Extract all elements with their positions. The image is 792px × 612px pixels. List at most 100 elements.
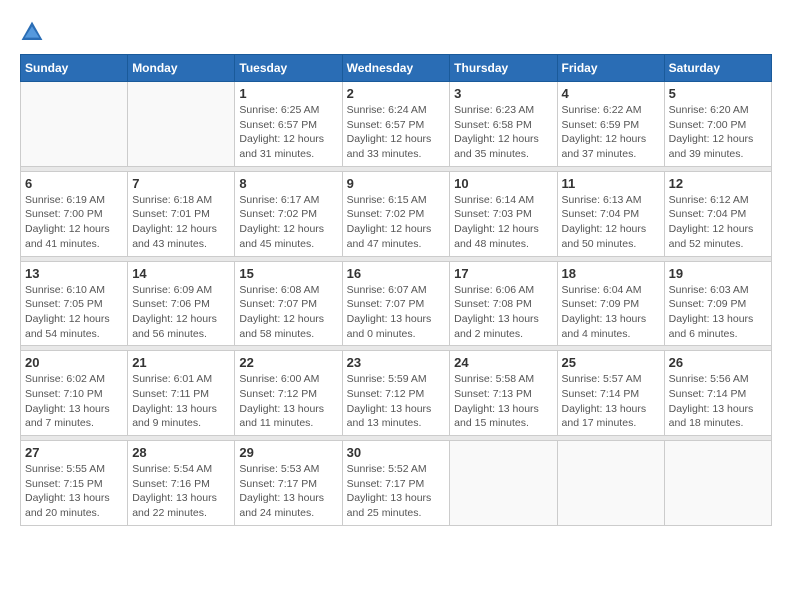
day-info: Sunrise: 6:02 AM Sunset: 7:10 PM Dayligh… [25,372,123,431]
calendar-cell: 21 Sunrise: 6:01 AM Sunset: 7:11 PM Dayli… [128,351,235,436]
day-info: Sunrise: 6:09 AM Sunset: 7:06 PM Dayligh… [132,283,230,342]
day-number: 21 [132,355,230,370]
calendar-cell: 28 Sunrise: 5:54 AM Sunset: 7:16 PM Dayli… [128,441,235,526]
calendar-cell: 4 Sunrise: 6:22 AM Sunset: 6:59 PM Daylig… [557,82,664,167]
day-info: Sunrise: 6:07 AM Sunset: 7:07 PM Dayligh… [347,283,446,342]
calendar-cell: 8 Sunrise: 6:17 AM Sunset: 7:02 PM Daylig… [235,171,342,256]
calendar-cell: 24 Sunrise: 5:58 AM Sunset: 7:13 PM Dayli… [450,351,557,436]
day-number: 8 [239,176,337,191]
day-info: Sunrise: 6:17 AM Sunset: 7:02 PM Dayligh… [239,193,337,252]
calendar-cell: 18 Sunrise: 6:04 AM Sunset: 7:09 PM Dayli… [557,261,664,346]
day-number: 16 [347,266,446,281]
day-number: 15 [239,266,337,281]
calendar-cell: 25 Sunrise: 5:57 AM Sunset: 7:14 PM Dayli… [557,351,664,436]
calendar-cell: 23Sunrise: 5:59 AM Sunset: 7:12 PM Dayli… [342,351,450,436]
day-number: 5 [669,86,767,101]
day-number: 6 [25,176,123,191]
day-info: Sunrise: 5:53 AM Sunset: 7:17 PM Dayligh… [239,462,337,521]
day-number: 1 [239,86,337,101]
day-number: 18 [562,266,660,281]
day-number: 10 [454,176,552,191]
day-info: Sunrise: 6:18 AM Sunset: 7:01 PM Dayligh… [132,193,230,252]
day-info: Sunrise: 5:54 AM Sunset: 7:16 PM Dayligh… [132,462,230,521]
day-info: Sunrise: 6:19 AM Sunset: 7:00 PM Dayligh… [25,193,123,252]
day-info: Sunrise: 6:23 AM Sunset: 6:58 PM Dayligh… [454,103,552,162]
calendar-cell [450,441,557,526]
day-info: Sunrise: 6:24 AM Sunset: 6:57 PM Dayligh… [347,103,446,162]
day-number: 17 [454,266,552,281]
calendar-cell: 2 Sunrise: 6:24 AM Sunset: 6:57 PM Daylig… [342,82,450,167]
day-info: Sunrise: 5:57 AM Sunset: 7:14 PM Dayligh… [562,372,660,431]
calendar-cell: 22Sunrise: 6:00 AM Sunset: 7:12 PM Dayli… [235,351,342,436]
calendar-cell: 11 Sunrise: 6:13 AM Sunset: 7:04 PM Dayli… [557,171,664,256]
day-info: Sunrise: 6:15 AM Sunset: 7:02 PM Dayligh… [347,193,446,252]
day-number: 30 [347,445,446,460]
day-info: Sunrise: 6:20 AM Sunset: 7:00 PM Dayligh… [669,103,767,162]
calendar-cell: 26 Sunrise: 5:56 AM Sunset: 7:14 PM Dayli… [664,351,771,436]
day-info: Sunrise: 6:03 AM Sunset: 7:09 PM Dayligh… [669,283,767,342]
calendar-cell: 20 Sunrise: 6:02 AM Sunset: 7:10 PM Dayli… [21,351,128,436]
day-number: 27 [25,445,123,460]
calendar-cell [557,441,664,526]
day-number: 20 [25,355,123,370]
day-info: Sunrise: 5:52 AM Sunset: 7:17 PM Dayligh… [347,462,446,521]
calendar-cell: 9 Sunrise: 6:15 AM Sunset: 7:02 PM Daylig… [342,171,450,256]
day-number: 28 [132,445,230,460]
week-row-3: 13 Sunrise: 6:10 AM Sunset: 7:05 PM Dayli… [21,261,772,346]
day-info: Sunrise: 5:55 AM Sunset: 7:15 PM Dayligh… [25,462,123,521]
day-number: 4 [562,86,660,101]
calendar-cell: 7 Sunrise: 6:18 AM Sunset: 7:01 PM Daylig… [128,171,235,256]
weekday-header-saturday: Saturday [664,55,771,82]
calendar-cell: 19 Sunrise: 6:03 AM Sunset: 7:09 PM Dayli… [664,261,771,346]
day-number: 22 [239,355,337,370]
day-number: 14 [132,266,230,281]
day-info: Sunrise: 6:08 AM Sunset: 7:07 PM Dayligh… [239,283,337,342]
day-info: Sunrise: 6:10 AM Sunset: 7:05 PM Dayligh… [25,283,123,342]
day-number: 26 [669,355,767,370]
weekday-header-wednesday: Wednesday [342,55,450,82]
day-number: 24 [454,355,552,370]
calendar-cell [664,441,771,526]
week-row-1: 1 Sunrise: 6:25 AM Sunset: 6:57 PM Daylig… [21,82,772,167]
weekday-header-monday: Monday [128,55,235,82]
calendar: SundayMondayTuesdayWednesdayThursdayFrid… [20,54,772,526]
calendar-cell [21,82,128,167]
day-info: Sunrise: 6:04 AM Sunset: 7:09 PM Dayligh… [562,283,660,342]
day-number: 25 [562,355,660,370]
day-info: Sunrise: 6:25 AM Sunset: 6:57 PM Dayligh… [239,103,337,162]
day-number: 9 [347,176,446,191]
calendar-cell: 27 Sunrise: 5:55 AM Sunset: 7:15 PM Dayli… [21,441,128,526]
day-number: 19 [669,266,767,281]
day-info: Sunrise: 6:22 AM Sunset: 6:59 PM Dayligh… [562,103,660,162]
day-number: 29 [239,445,337,460]
day-number: 2 [347,86,446,101]
day-info: Sunrise: 6:13 AM Sunset: 7:04 PM Dayligh… [562,193,660,252]
weekday-header-friday: Friday [557,55,664,82]
header [20,20,772,44]
calendar-cell: 29 Sunrise: 5:53 AM Sunset: 7:17 PM Dayli… [235,441,342,526]
day-number: 12 [669,176,767,191]
calendar-cell: 14 Sunrise: 6:09 AM Sunset: 7:06 PM Dayli… [128,261,235,346]
calendar-cell: 17Sunrise: 6:06 AM Sunset: 7:08 PM Dayli… [450,261,557,346]
weekday-header-sunday: Sunday [21,55,128,82]
day-number: 13 [25,266,123,281]
day-info: Sunrise: 5:56 AM Sunset: 7:14 PM Dayligh… [669,372,767,431]
calendar-cell: 12Sunrise: 6:12 AM Sunset: 7:04 PM Dayli… [664,171,771,256]
calendar-cell: 16 Sunrise: 6:07 AM Sunset: 7:07 PM Dayli… [342,261,450,346]
day-number: 11 [562,176,660,191]
calendar-cell: 10Sunrise: 6:14 AM Sunset: 7:03 PM Dayli… [450,171,557,256]
calendar-cell: 30 Sunrise: 5:52 AM Sunset: 7:17 PM Dayli… [342,441,450,526]
day-number: 23 [347,355,446,370]
day-number: 7 [132,176,230,191]
calendar-cell: 13 Sunrise: 6:10 AM Sunset: 7:05 PM Dayli… [21,261,128,346]
week-row-4: 20 Sunrise: 6:02 AM Sunset: 7:10 PM Dayli… [21,351,772,436]
calendar-cell: 3Sunrise: 6:23 AM Sunset: 6:58 PM Daylig… [450,82,557,167]
day-info: Sunrise: 6:01 AM Sunset: 7:11 PM Dayligh… [132,372,230,431]
calendar-cell: 5 Sunrise: 6:20 AM Sunset: 7:00 PM Daylig… [664,82,771,167]
weekday-header-thursday: Thursday [450,55,557,82]
logo-icon [20,20,44,44]
logo [20,20,48,44]
calendar-cell [128,82,235,167]
day-info: Sunrise: 5:58 AM Sunset: 7:13 PM Dayligh… [454,372,552,431]
week-row-5: 27 Sunrise: 5:55 AM Sunset: 7:15 PM Dayli… [21,441,772,526]
